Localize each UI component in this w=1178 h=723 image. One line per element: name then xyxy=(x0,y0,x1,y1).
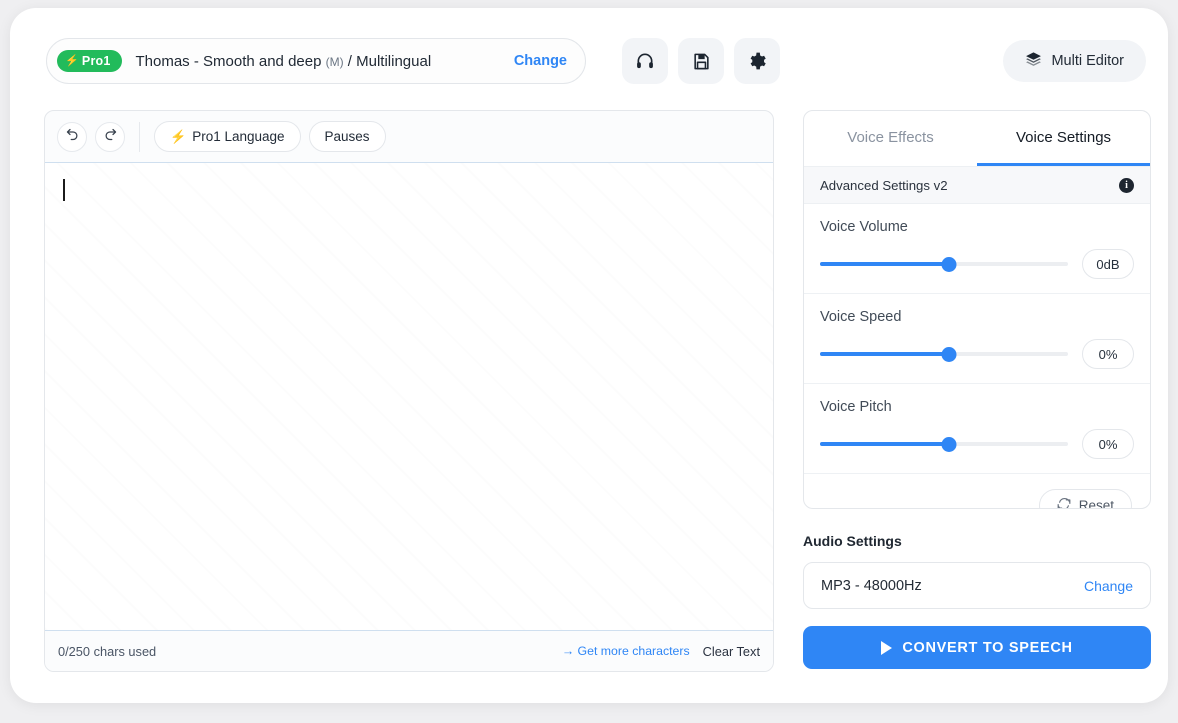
slider-thumb[interactable] xyxy=(941,436,957,452)
refresh-icon xyxy=(1057,497,1071,508)
voice-volume-value[interactable]: 0dB xyxy=(1082,249,1134,279)
pro-badge-label: Pro1 xyxy=(81,54,111,68)
voice-language: / Multilingual xyxy=(343,52,432,70)
voice-pitch-value[interactable]: 0% xyxy=(1082,429,1134,459)
reset-button[interactable]: Reset xyxy=(1038,488,1132,509)
reset-row: Reset xyxy=(804,474,1150,509)
slider-thumb[interactable] xyxy=(941,346,957,362)
top-bar: ⚡ Pro1 Thomas - Smooth and deep (M) / Mu… xyxy=(34,34,1146,88)
audio-format-value: MP3 - 48000Hz xyxy=(821,577,922,594)
undo-icon xyxy=(65,127,80,147)
editor-footer: 0/250 chars used → Get more characters C… xyxy=(45,631,773,671)
voice-volume-block: Voice Volume 0dB xyxy=(804,204,1150,294)
change-voice-link[interactable]: Change xyxy=(514,53,567,69)
app-window: ⚡ Pro1 Thomas - Smooth and deep (M) / Mu… xyxy=(10,8,1168,703)
voice-speed-value[interactable]: 0% xyxy=(1082,339,1134,369)
voice-speed-slider[interactable] xyxy=(820,346,1068,362)
slider-fill xyxy=(820,262,949,266)
reset-label: Reset xyxy=(1078,497,1114,509)
editor-footer-actions: → Get more characters Clear Text xyxy=(562,644,760,659)
advanced-settings-label: Advanced Settings v2 xyxy=(820,177,948,193)
voice-selector[interactable]: ⚡ Pro1 Thomas - Smooth and deep (M) / Mu… xyxy=(46,38,586,84)
audio-format-row: MP3 - 48000Hz Change xyxy=(803,562,1151,609)
undo-button[interactable] xyxy=(57,121,87,152)
voice-pitch-block: Voice Pitch 0% xyxy=(804,384,1150,474)
layers-icon xyxy=(1025,51,1042,72)
text-input-area[interactable] xyxy=(45,162,773,631)
audio-settings-heading: Audio Settings xyxy=(803,533,902,549)
multi-editor-button[interactable]: Multi Editor xyxy=(1003,40,1146,82)
audio-change-link[interactable]: Change xyxy=(1084,578,1133,594)
voice-volume-slider[interactable] xyxy=(820,256,1068,272)
multi-editor-label: Multi Editor xyxy=(1051,53,1124,69)
settings-tabs: Voice Effects Voice Settings xyxy=(804,111,1150,166)
settings-button[interactable] xyxy=(734,38,780,84)
pro-language-button[interactable]: ⚡ Pro1 Language xyxy=(154,121,301,152)
voice-settings-panel: Voice Effects Voice Settings Advanced Se… xyxy=(803,110,1151,509)
toolbar-divider xyxy=(139,121,140,152)
pro-language-label: Pro1 Language xyxy=(192,129,285,144)
text-editor-panel: ⚡ Pro1 Language Pauses 0/250 chars used … xyxy=(44,110,774,672)
pauses-button[interactable]: Pauses xyxy=(308,121,386,152)
convert-button-label: CONVERT TO SPEECH xyxy=(902,639,1073,656)
convert-to-speech-button[interactable]: CONVERT TO SPEECH xyxy=(803,626,1151,669)
pro-badge: ⚡ Pro1 xyxy=(57,50,122,72)
slider-thumb[interactable] xyxy=(941,256,957,272)
info-icon[interactable]: i xyxy=(1119,177,1134,193)
slider-fill xyxy=(820,442,949,446)
voice-name-text: Thomas - Smooth and deep xyxy=(135,52,326,70)
lightning-bolt-icon: ⚡ xyxy=(65,54,79,67)
voice-pitch-slider[interactable] xyxy=(820,436,1068,452)
voice-speed-block: Voice Speed 0% xyxy=(804,294,1150,384)
pauses-label: Pauses xyxy=(324,129,370,144)
advanced-settings-row: Advanced Settings v2 i xyxy=(804,166,1150,204)
clear-text-button[interactable]: Clear Text xyxy=(703,644,760,659)
voice-gender: (M) xyxy=(325,54,344,69)
headphones-button[interactable] xyxy=(622,38,668,84)
tab-voice-effects[interactable]: Voice Effects xyxy=(804,111,977,166)
headphones-icon xyxy=(635,51,655,71)
voice-name: Thomas - Smooth and deep (M) / Multiling… xyxy=(136,53,432,70)
redo-button[interactable] xyxy=(95,121,125,152)
voice-pitch-label: Voice Pitch xyxy=(820,399,892,415)
char-counter: 0/250 chars used xyxy=(58,643,157,659)
save-button[interactable] xyxy=(678,38,724,84)
get-more-characters-link[interactable]: → Get more characters xyxy=(562,644,690,658)
settings-gear-icon xyxy=(747,51,767,71)
lightning-bolt-icon: ⚡ xyxy=(170,128,187,144)
voice-speed-label: Voice Speed xyxy=(820,309,902,325)
play-icon xyxy=(881,640,893,655)
editor-toolbar: ⚡ Pro1 Language Pauses xyxy=(45,111,773,162)
slider-fill xyxy=(820,352,949,356)
voice-volume-label: Voice Volume xyxy=(820,219,908,235)
redo-icon xyxy=(103,127,118,147)
save-icon xyxy=(692,52,711,71)
tab-voice-settings[interactable]: Voice Settings xyxy=(977,111,1150,166)
text-caret xyxy=(63,179,65,201)
